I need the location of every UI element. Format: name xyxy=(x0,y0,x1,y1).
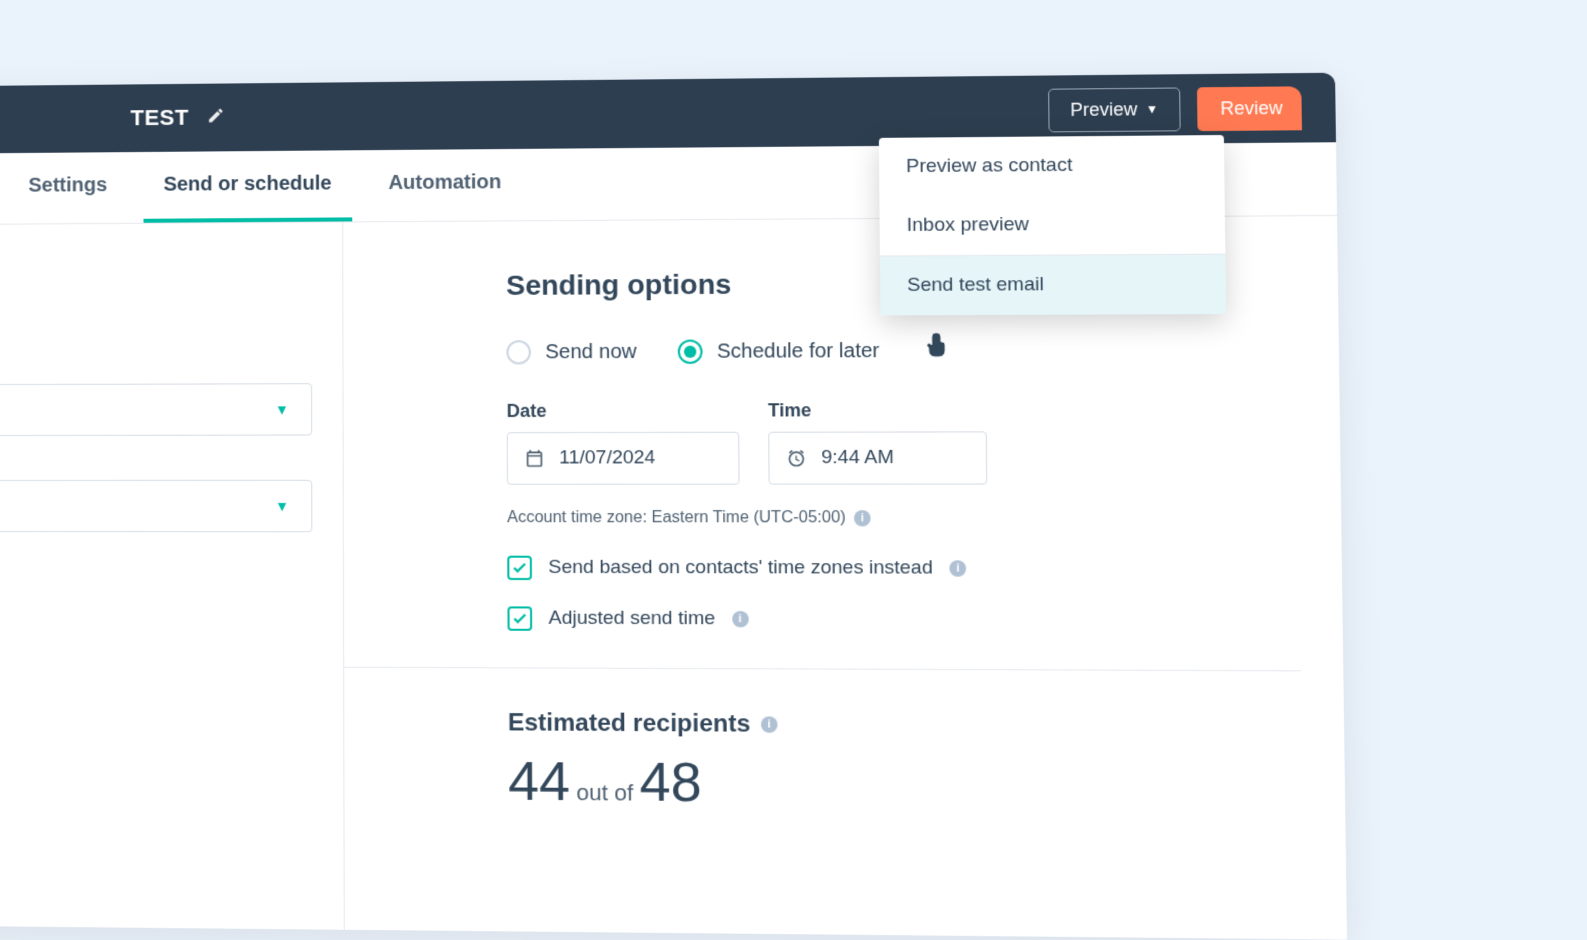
tab-settings[interactable]: Settings xyxy=(0,152,135,224)
body-area: ▼ ▼ Sending options Send now Schedule fo… xyxy=(0,216,1347,940)
main-panel: Sending options Send now Schedule for la… xyxy=(342,216,1347,940)
section-divider xyxy=(344,667,1301,672)
page-frame: TEST Preview ▼ Review Preview as contact… xyxy=(0,0,1587,909)
time-field-group: Time 9:44 AM xyxy=(768,400,987,485)
radio-send-now-label: Send now xyxy=(545,340,636,364)
date-field-group: Date 11/07/2024 xyxy=(507,400,740,484)
radio-schedule-later-label: Schedule for later xyxy=(717,339,880,363)
checkbox-adjusted-send-row: Adjusted send time i xyxy=(507,606,1300,633)
left-sidebar: ▼ ▼ xyxy=(0,222,344,929)
estimated-recipients-label: Estimated recipients xyxy=(508,709,751,739)
chevron-down-icon: ▼ xyxy=(1146,102,1159,116)
radio-send-now[interactable]: Send now xyxy=(506,340,636,365)
recipients-out-of: out of xyxy=(576,780,633,806)
sidebar-dropdown-1[interactable]: ▼ xyxy=(0,383,312,436)
radio-circle-icon xyxy=(506,340,531,364)
recipients-count: 44 xyxy=(508,751,570,813)
caret-down-icon: ▼ xyxy=(275,401,289,417)
checkbox-adjusted-send[interactable] xyxy=(507,606,532,630)
titlebar: TEST Preview ▼ Review Preview as contact… xyxy=(0,73,1336,154)
info-icon[interactable]: i xyxy=(950,560,967,576)
recipients-total: 48 xyxy=(639,752,702,814)
radio-schedule-later[interactable]: Schedule for later xyxy=(678,339,880,364)
info-icon[interactable]: i xyxy=(732,611,749,627)
checkbox-contacts-timezone-label: Send based on contacts' time zones inste… xyxy=(548,557,933,580)
pencil-icon[interactable] xyxy=(207,106,225,129)
date-input[interactable]: 11/07/2024 xyxy=(507,432,740,485)
checkbox-contacts-timezone-row: Send based on contacts' time zones inste… xyxy=(507,556,1299,582)
preview-button[interactable]: Preview ▼ xyxy=(1048,87,1180,132)
date-value: 11/07/2024 xyxy=(559,447,655,469)
datetime-row: Date 11/07/2024 Time xyxy=(507,399,1299,485)
time-label: Time xyxy=(768,400,987,422)
caret-down-icon: ▼ xyxy=(275,498,289,514)
radio-circle-checked-icon xyxy=(678,340,703,364)
preview-button-label: Preview xyxy=(1070,99,1137,121)
tab-automation[interactable]: Automation xyxy=(360,149,530,222)
email-editor-window: TEST Preview ▼ Review Preview as contact… xyxy=(0,73,1347,940)
date-label: Date xyxy=(507,400,740,422)
review-button[interactable]: Review xyxy=(1197,86,1302,131)
time-value: 9:44 AM xyxy=(821,447,894,470)
info-icon[interactable]: i xyxy=(761,716,778,732)
sidebar-dropdown-2[interactable]: ▼ xyxy=(0,480,312,532)
recipients-count-line: 44 out of 48 xyxy=(508,750,1303,819)
checkbox-contacts-timezone[interactable] xyxy=(507,556,532,580)
menu-item-send-test-email[interactable]: Send test email xyxy=(880,255,1226,316)
estimated-recipients-title: Estimated recipients i xyxy=(508,709,1302,742)
send-timing-radio-group: Send now Schedule for later xyxy=(506,337,1296,364)
time-input[interactable]: 9:44 AM xyxy=(768,431,987,484)
timezone-text: Account time zone: Eastern Time (UTC-05:… xyxy=(507,509,846,527)
review-button-label: Review xyxy=(1220,97,1283,118)
menu-item-inbox-preview[interactable]: Inbox preview xyxy=(879,194,1225,255)
checkbox-adjusted-send-label: Adjusted send time xyxy=(549,608,716,631)
info-icon[interactable]: i xyxy=(854,510,871,526)
email-title: TEST xyxy=(130,105,188,131)
preview-dropdown-menu: Preview as contact Inbox preview Send te… xyxy=(879,135,1226,315)
menu-item-preview-as-contact[interactable]: Preview as contact xyxy=(879,135,1225,197)
alarm-clock-icon xyxy=(786,448,807,468)
tab-send-or-schedule[interactable]: Send or schedule xyxy=(135,150,360,223)
timezone-line: Account time zone: Eastern Time (UTC-05:… xyxy=(507,509,1299,528)
calendar-icon xyxy=(524,448,545,468)
